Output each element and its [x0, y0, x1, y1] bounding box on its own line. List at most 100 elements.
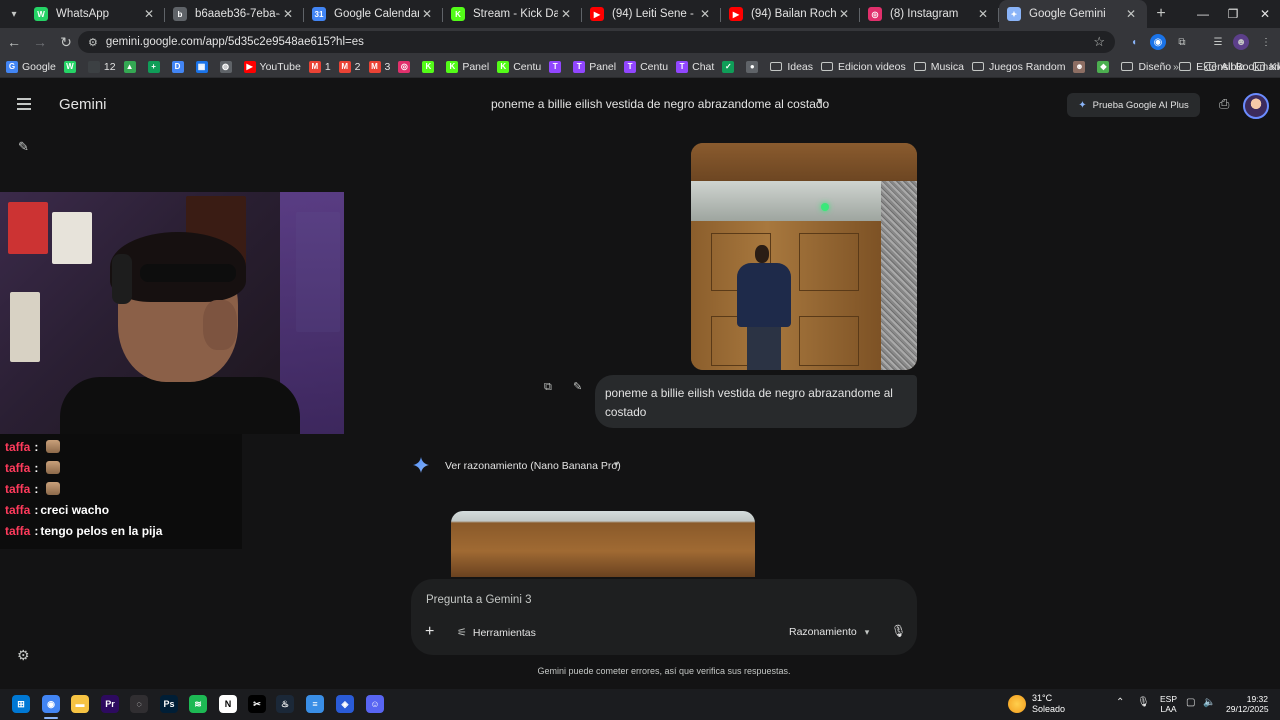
browser-tab[interactable]: W WhatsApp ✕	[26, 0, 165, 28]
bookmark-item[interactable]: T Centu	[624, 60, 668, 73]
share-icon[interactable]: ⎙	[1219, 96, 1229, 112]
conversation-title[interactable]: poneme a billie eilish vestida de negro …	[491, 97, 829, 111]
file-explorer-icon[interactable]: ▬	[71, 695, 89, 713]
edit-message-icon[interactable]: ✎	[573, 380, 582, 393]
browser-tab[interactable]: 31 Google Calendar - diciem✕	[304, 0, 443, 28]
system-clock[interactable]: 19:32 29/12/2025	[1226, 694, 1269, 714]
extensions-puzzle-icon[interactable]: ⧉	[1174, 34, 1190, 50]
bookmark-item[interactable]: M1	[308, 60, 331, 73]
bookmark-item[interactable]: G Google	[6, 60, 56, 73]
volume-icon[interactable]: 🔈	[1203, 697, 1215, 708]
bookmark-item[interactable]: M3	[368, 60, 390, 73]
bookmark-item[interactable]: ◍	[219, 60, 236, 73]
microphone-icon[interactable]: 🎙	[891, 624, 906, 638]
chrome-icon[interactable]: ◉	[42, 695, 60, 713]
copy-icon[interactable]: ⧉	[544, 381, 552, 394]
bookmark-item[interactable]: Ideas	[770, 61, 813, 73]
bookmark-item[interactable]: K Panel	[446, 60, 489, 73]
bookmark-item[interactable]: 12	[87, 60, 116, 73]
bookmark-item[interactable]: T Panel	[573, 60, 616, 73]
capcut-icon[interactable]: ✂	[248, 695, 266, 713]
reading-list-icon[interactable]: ☰	[1210, 34, 1226, 50]
cast-extension-icon[interactable]: ◖	[1126, 34, 1142, 50]
bookmark-item[interactable]: ◎	[398, 60, 414, 73]
avatar[interactable]	[1243, 93, 1269, 119]
close-tab-icon[interactable]: ✕	[558, 7, 574, 21]
back-button[interactable]: ←	[2, 30, 26, 54]
steam-icon[interactable]: ♨	[276, 695, 294, 713]
generated-image-preview[interactable]	[451, 511, 755, 577]
bookmark-item[interactable]: T	[549, 60, 565, 73]
close-tab-icon[interactable]: ✕	[419, 7, 435, 21]
bookmark-item[interactable]: ▦	[195, 60, 212, 73]
bookmarks-overflow-icon[interactable]: »	[1173, 61, 1179, 73]
settings-gear-icon[interactable]: ⚙	[17, 647, 30, 664]
tools-button[interactable]: ⚟ Herramientas	[457, 626, 536, 640]
close-tab-icon[interactable]: ✕	[141, 7, 157, 21]
discord-icon[interactable]: ☺	[366, 695, 384, 713]
bookmark-item[interactable]: Edicion videos	[821, 61, 906, 73]
photoshop-icon[interactable]: Ps	[160, 695, 178, 713]
bookmark-star-icon[interactable]: ☆	[1093, 34, 1105, 50]
bookmark-item[interactable]: W	[63, 60, 80, 73]
spotify-icon[interactable]: ≋	[189, 695, 207, 713]
windows-start-icon[interactable]: ⊞	[12, 695, 30, 713]
close-tab-icon[interactable]: ✕	[697, 7, 713, 21]
prompt-input[interactable]	[426, 591, 896, 609]
bookmark-item[interactable]: +	[147, 60, 164, 73]
browser-tab[interactable]: ◎ (8) Instagram ✕	[860, 0, 999, 28]
browser-tab[interactable]: ✦ Google Gemini ✕	[999, 0, 1147, 28]
bookmark-item[interactable]: Diseño	[1121, 61, 1171, 73]
browser-tab[interactable]: ▶ (94) Leiti Sene - Bitcoin (✕	[582, 0, 721, 28]
tray-overflow-icon[interactable]: ⌃	[1116, 697, 1124, 708]
bookmark-item[interactable]: K Centu	[497, 60, 541, 73]
bookmark-item[interactable]: ▶ YouTube	[243, 60, 301, 73]
browser-tab[interactable]: K Stream - Kick Dashboard✕	[443, 0, 582, 28]
browser-tab[interactable]: ▶ (94) Bailan Rochas y C✕	[721, 0, 860, 28]
chevron-down-icon[interactable]: ▾	[817, 96, 822, 107]
vpn-icon[interactable]: ◈	[336, 695, 354, 713]
premiere-icon[interactable]: Pr	[101, 695, 119, 713]
main-menu-icon[interactable]	[17, 98, 31, 113]
notion-icon[interactable]: N	[219, 695, 237, 713]
bookmark-item[interactable]: ✓	[722, 60, 738, 73]
new-chat-icon[interactable]: ✎	[18, 139, 29, 155]
tab-search-button[interactable]: ▾	[2, 2, 26, 26]
upgrade-plan-button[interactable]: ✦ Prueba Google AI Plus	[1067, 93, 1200, 117]
uploaded-photo[interactable]	[691, 143, 917, 370]
notepad-icon[interactable]: ≡	[306, 695, 324, 713]
bookmark-item[interactable]: M2	[338, 60, 361, 73]
bookmark-item[interactable]: Musica	[913, 61, 964, 73]
language-indicator[interactable]: ESP LAA	[1160, 694, 1177, 714]
bookmark-item[interactable]: K	[422, 60, 438, 73]
microphone-tray-icon[interactable]: 🎙	[1137, 697, 1150, 708]
network-icon[interactable]: ▢	[1186, 697, 1195, 708]
bookmark-item[interactable]: Juegos Random	[971, 61, 1065, 73]
kebab-menu-icon[interactable]: ⋮	[1258, 34, 1274, 50]
bookmark-item[interactable]: D	[171, 60, 188, 73]
site-info-icon[interactable]: ⚙	[88, 36, 98, 49]
close-tab-icon[interactable]: ✕	[975, 7, 991, 21]
bookmark-item[interactable]: ●	[746, 60, 762, 73]
reload-button[interactable]: ↻	[54, 30, 78, 54]
obs-icon[interactable]: ◌	[130, 695, 148, 713]
address-bar[interactable]: ⚙ gemini.google.com/app/5d35c2e9548ae615…	[78, 31, 1115, 53]
chevron-down-icon[interactable]: ▾	[614, 459, 619, 470]
forward-button[interactable]: →	[28, 30, 52, 54]
close-tab-icon[interactable]: ✕	[1123, 7, 1139, 21]
close-tab-icon[interactable]: ✕	[280, 7, 296, 21]
minimize-button[interactable]: —	[1188, 0, 1218, 28]
bookmark-item[interactable]: ☻	[1073, 60, 1089, 73]
close-window-button[interactable]: ✕	[1250, 0, 1280, 28]
bookmark-item[interactable]: T Chat	[676, 60, 714, 73]
close-tab-icon[interactable]: ✕	[836, 7, 852, 21]
bookmark-item[interactable]: ▲	[123, 60, 140, 73]
vpn-extension-icon[interactable]: ◉	[1150, 34, 1166, 50]
maximize-button[interactable]: ❐	[1218, 0, 1248, 28]
gemini-brand[interactable]: Gemini	[59, 96, 107, 113]
profile-avatar-icon[interactable]: ☻	[1233, 34, 1249, 50]
weather-widget[interactable]: 31°C Soleado	[1008, 693, 1065, 715]
show-reasoning-toggle[interactable]: Ver razonamiento (Nano Banana Pro)	[445, 460, 621, 472]
add-attachment-button[interactable]: +	[425, 623, 434, 641]
bookmark-item[interactable]: ◆	[1097, 60, 1113, 73]
